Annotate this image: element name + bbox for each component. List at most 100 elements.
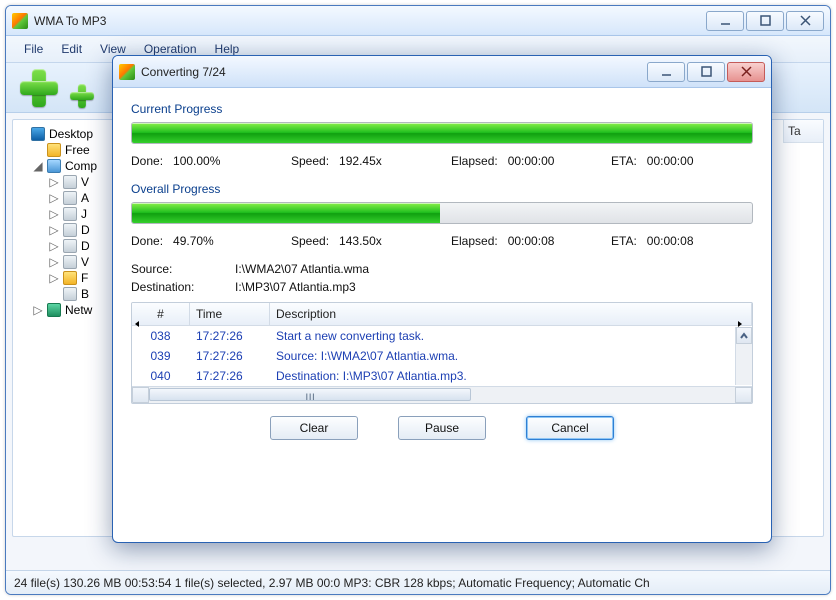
log-row[interactable]: 03817:27:26Start a new converting task. xyxy=(132,326,752,346)
folder-icon xyxy=(63,271,77,285)
done-label: Done: xyxy=(131,154,163,168)
menu-edit[interactable]: Edit xyxy=(53,40,90,58)
speed-value: 143.50x xyxy=(339,234,382,248)
scroll-up-icon[interactable] xyxy=(736,327,752,344)
elapsed-value: 00:00:08 xyxy=(508,234,555,248)
elapsed-value: 00:00:00 xyxy=(508,154,555,168)
tree-toggle-icon[interactable]: ▷ xyxy=(49,271,59,285)
log-cell-n: 038 xyxy=(132,326,190,346)
drive-icon xyxy=(63,255,77,269)
dialog-maximize-button[interactable] xyxy=(687,62,725,82)
cancel-button[interactable]: Cancel xyxy=(526,416,614,440)
drive-icon xyxy=(63,239,77,253)
tree-node-label: Free xyxy=(65,143,90,157)
tree-node-label: D xyxy=(81,223,90,237)
overall-progress-fill xyxy=(132,203,440,223)
log-rows: 03817:27:26Start a new converting task.0… xyxy=(132,326,752,386)
log-cell-n: 039 xyxy=(132,346,190,366)
tree-node-label: D xyxy=(81,239,90,253)
drive-icon xyxy=(63,207,77,221)
scroll-right-icon[interactable] xyxy=(735,387,752,403)
elapsed-label: Elapsed: xyxy=(451,154,498,168)
tree-toggle-icon[interactable]: ◢ xyxy=(33,159,43,173)
tree-toggle-icon[interactable]: ▷ xyxy=(49,239,59,253)
drive-icon xyxy=(63,191,77,205)
log-horizontal-scrollbar[interactable]: ııı xyxy=(132,386,752,403)
app-icon xyxy=(12,13,28,29)
current-progress-bar xyxy=(131,122,753,144)
tree-toggle-icon[interactable]: ▷ xyxy=(33,303,43,317)
dialog-close-button[interactable] xyxy=(727,62,765,82)
tree-node-label: A xyxy=(81,191,89,205)
log-header-description[interactable]: Description xyxy=(270,303,752,325)
maximize-button[interactable] xyxy=(746,11,784,31)
desktop-icon xyxy=(31,127,45,141)
maximize-icon xyxy=(701,66,712,77)
clear-button[interactable]: Clear xyxy=(270,416,358,440)
dialog-minimize-button[interactable] xyxy=(647,62,685,82)
done-value: 49.70% xyxy=(173,234,214,248)
eta-label: ETA: xyxy=(611,234,637,248)
log-row[interactable]: 04017:27:26Destination: I:\MP3\07 Atlant… xyxy=(132,366,752,386)
log-vertical-scrollbar[interactable] xyxy=(735,327,752,385)
tree-node-label: V xyxy=(81,255,89,269)
overall-progress-heading: Overall Progress xyxy=(131,182,753,196)
destination-value: I:\MP3\07 Atlantia.mp3 xyxy=(235,280,356,294)
drive-icon xyxy=(63,175,77,189)
tree-toggle-icon[interactable]: ▷ xyxy=(49,191,59,205)
pause-button[interactable]: Pause xyxy=(398,416,486,440)
speed-label: Speed: xyxy=(291,154,329,168)
done-value: 100.00% xyxy=(173,154,220,168)
tree-toggle-icon[interactable]: ▷ xyxy=(49,175,59,189)
current-progress-heading: Current Progress xyxy=(131,102,753,116)
speed-label: Speed: xyxy=(291,234,329,248)
source-label: Source: xyxy=(131,262,211,276)
tree-node-label: B xyxy=(81,287,89,301)
dialog-app-icon xyxy=(119,64,135,80)
scroll-left-icon[interactable] xyxy=(132,387,149,403)
drive-icon xyxy=(63,223,77,237)
drive-icon xyxy=(63,287,77,301)
minimize-icon xyxy=(661,66,672,77)
tree-toggle-icon[interactable]: ▷ xyxy=(49,207,59,221)
minimize-button[interactable] xyxy=(706,11,744,31)
close-icon xyxy=(741,66,752,77)
menu-file[interactable]: File xyxy=(16,40,51,58)
overall-progress-stats: Done:49.70% Speed:143.50x Elapsed:00:00:… xyxy=(131,234,753,248)
current-progress-fill xyxy=(132,123,752,143)
log-cell-d: Destination: I:\MP3\07 Atlantia.mp3. xyxy=(270,366,752,386)
elapsed-label: Elapsed: xyxy=(451,234,498,248)
status-bar: 24 file(s) 130.26 MB 00:53:54 1 file(s) … xyxy=(6,570,830,594)
tree-toggle-icon[interactable]: ▷ xyxy=(49,223,59,237)
converting-dialog: Converting 7/24 Current Progress Done: 10… xyxy=(112,55,772,543)
status-text: 24 file(s) 130.26 MB 00:53:54 1 file(s) … xyxy=(14,576,650,590)
scroll-track[interactable]: ııı xyxy=(149,387,735,403)
tree-node-label: J xyxy=(81,207,87,221)
log-cell-d: Start a new converting task. xyxy=(270,326,752,346)
log-row[interactable]: 03917:27:26Source: I:\WMA2\07 Atlantia.w… xyxy=(132,346,752,366)
dialog-titlebar: Converting 7/24 xyxy=(113,56,771,88)
dialog-body: Current Progress Done:100.00% Speed:192.… xyxy=(113,88,771,448)
maximize-icon xyxy=(760,15,771,26)
tree-toggle-icon[interactable]: ▷ xyxy=(49,255,59,269)
log-panel: # Time Description 03817:27:26Start a ne… xyxy=(131,302,753,404)
computer-icon xyxy=(47,159,61,173)
network-icon xyxy=(47,303,61,317)
close-button[interactable] xyxy=(786,11,824,31)
dialog-title: Converting 7/24 xyxy=(141,65,647,79)
tree-node-label: F xyxy=(81,271,88,285)
minimize-icon xyxy=(720,15,731,26)
column-header-tags[interactable]: Ta xyxy=(783,120,823,143)
tree-node-label: Comp xyxy=(65,159,97,173)
log-cell-t: 17:27:26 xyxy=(190,346,270,366)
log-header-time[interactable]: Time xyxy=(190,303,270,325)
folder-icon xyxy=(47,143,61,157)
log-header-row: # Time Description xyxy=(132,303,752,326)
scroll-thumb[interactable]: ııı xyxy=(149,388,471,401)
source-value: I:\WMA2\07 Atlantia.wma xyxy=(235,262,369,276)
tree-node-label: Desktop xyxy=(49,127,93,141)
add-folder-button[interactable] xyxy=(70,84,94,108)
tree-node-label: Netw xyxy=(65,303,92,317)
add-file-button[interactable] xyxy=(18,67,60,109)
current-progress-stats: Done:100.00% Speed:192.45x Elapsed:00:00… xyxy=(131,154,753,168)
